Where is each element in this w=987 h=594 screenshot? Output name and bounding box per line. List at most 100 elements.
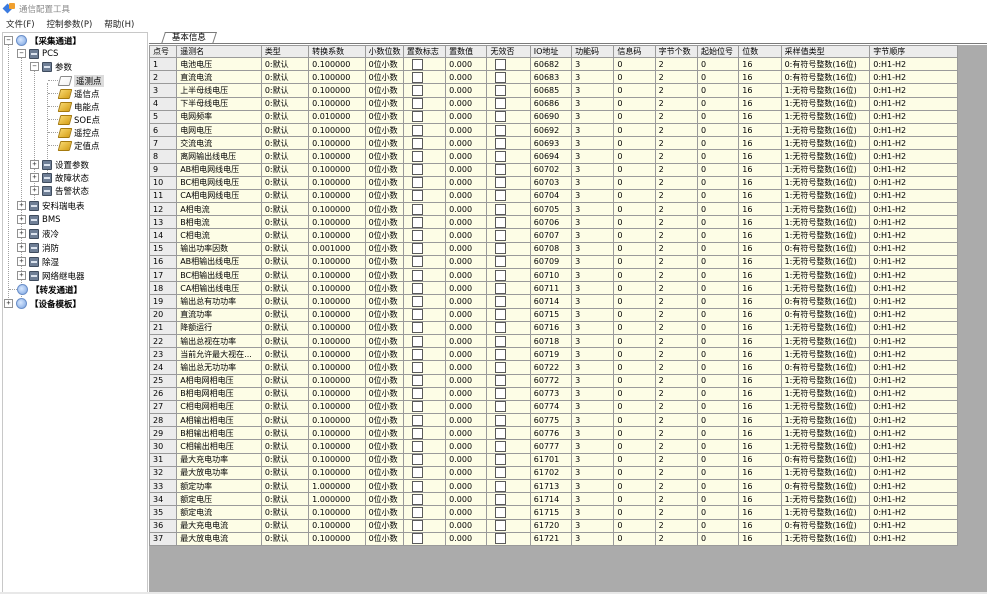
table-cell[interactable]	[402, 254, 447, 270]
table-cell[interactable]: 3	[571, 228, 615, 243]
column-header[interactable]: 点号	[149, 45, 178, 58]
table-cell[interactable]: 0.100000	[308, 281, 366, 296]
table-cell[interactable]: 60711	[529, 281, 573, 296]
table-cell[interactable]: 0.100000	[308, 254, 366, 270]
table-cell[interactable]: 1:无符号整数(16位)	[780, 333, 871, 349]
table-cell[interactable]: 0位小数	[364, 281, 404, 296]
table-cell[interactable]: 0.000	[445, 281, 488, 296]
table-cell[interactable]: A相输出相电压	[176, 413, 262, 428]
table-cell[interactable]: 2	[654, 122, 698, 138]
table-cell[interactable]	[486, 531, 531, 546]
table-cell[interactable]: 0位小数	[364, 254, 404, 270]
table-row[interactable]: 28 A相输出相电压 0:默认 0.100000 0位小数 0.000 60775 3 0 2 0 1…	[149, 413, 958, 428]
column-header[interactable]: 置数标志	[402, 45, 447, 58]
table-cell[interactable]: 0	[696, 478, 740, 494]
table-cell[interactable]: 离网输出线电压	[176, 149, 262, 164]
table-cell[interactable]	[402, 70, 447, 85]
table-row[interactable]: 32 最大放电功率 0:默认 0.100000 0位小数 0.000 61702 3 0 2 0 16…	[149, 465, 958, 481]
table-cell[interactable]	[402, 307, 447, 322]
table-cell[interactable]: 3	[571, 281, 615, 296]
table-cell[interactable]: 3	[571, 505, 615, 520]
table-cell[interactable]: 0	[613, 518, 656, 533]
table-cell[interactable]: 0:H1-H2	[869, 399, 958, 415]
table-cell[interactable]: 2	[654, 96, 698, 111]
table-cell[interactable]: 0.000	[445, 439, 488, 454]
invalid-checkbox[interactable]	[495, 269, 507, 281]
table-cell[interactable]: 2	[654, 109, 698, 124]
table-cell[interactable]: 0:默认	[260, 83, 310, 98]
table-cell[interactable]: 0位小数	[364, 439, 404, 454]
column-header[interactable]: 无效否	[486, 45, 531, 58]
table-cell[interactable]: 60707	[529, 228, 573, 243]
table-cell[interactable]: 0:有符号整数(16位)	[780, 294, 871, 309]
table-cell[interactable]: 0.100000	[308, 439, 366, 454]
expand-icon[interactable]: +	[17, 201, 26, 210]
table-cell[interactable]: 3	[571, 465, 615, 481]
table-cell[interactable]: 3	[571, 531, 615, 546]
table-cell[interactable]: 16	[738, 492, 782, 507]
table-cell[interactable]: 3	[571, 518, 615, 533]
table-cell[interactable]: 0:H1-H2	[869, 228, 958, 243]
table-cell[interactable]: 1:无符号整数(16位)	[780, 386, 871, 401]
table-cell[interactable]: 0:H1-H2	[869, 83, 958, 98]
table-cell[interactable]: 60694	[529, 149, 573, 164]
table-cell[interactable]: 0	[696, 439, 740, 454]
table-cell[interactable]: 16	[738, 56, 782, 72]
table-cell[interactable]: 2	[654, 56, 698, 72]
table-cell[interactable]	[486, 399, 531, 415]
table-cell[interactable]: 0:H1-H2	[869, 241, 958, 256]
table-cell[interactable]: 60683	[529, 70, 573, 85]
table-cell[interactable]: 0.100000	[308, 175, 366, 190]
column-header[interactable]: 字节顺序	[869, 45, 958, 58]
invalid-checkbox[interactable]	[495, 414, 507, 426]
invalid-checkbox[interactable]	[495, 177, 507, 189]
table-cell[interactable]: 0	[613, 254, 656, 270]
table-cell[interactable]: 0	[613, 136, 656, 151]
table-row[interactable]: 26 B相电网相电压 0:默认 0.100000 0位小数 0.000 60773 3 0 2 0 1…	[149, 386, 958, 401]
table-cell[interactable]: 0位小数	[364, 413, 404, 428]
table-cell[interactable]: 0	[696, 188, 740, 204]
table-cell[interactable]: 0	[696, 320, 740, 335]
column-header[interactable]: 字节个数	[654, 45, 698, 58]
table-cell[interactable]: 2	[654, 465, 698, 481]
table-cell[interactable]: 3	[571, 175, 615, 190]
table-cell[interactable]: 0	[613, 439, 656, 454]
set-flag-checkbox[interactable]	[411, 533, 423, 545]
table-cell[interactable]: 1:无符号整数(16位)	[780, 399, 871, 415]
table-cell[interactable]	[486, 518, 531, 533]
table-cell[interactable]: 1:无符号整数(16位)	[780, 465, 871, 481]
table-row[interactable]: 1 电池电压 0:默认 0.100000 0位小数 0.000 60682 3 0 2 0 16 0:有…	[149, 56, 958, 72]
table-cell[interactable]	[486, 83, 531, 98]
tree-node-bms[interactable]: + BMS	[17, 213, 61, 226]
table-cell[interactable]: 1:无符号整数(16位)	[780, 96, 871, 111]
table-cell[interactable]: 0.100000	[308, 320, 366, 335]
table-cell[interactable]: 0.000	[445, 333, 488, 349]
table-cell[interactable]: 3	[571, 333, 615, 349]
invalid-checkbox[interactable]	[495, 190, 507, 202]
tree-node-fault-status[interactable]: + 故障状态	[30, 171, 89, 184]
table-cell[interactable]	[486, 136, 531, 151]
table-cell[interactable]: 额定电流	[176, 505, 262, 520]
set-flag-checkbox[interactable]	[411, 216, 423, 228]
table-cell[interactable]: 0:默认	[260, 413, 310, 428]
table-cell[interactable]: 0:默认	[260, 452, 310, 467]
table-cell[interactable]: 16	[738, 426, 782, 441]
table-row[interactable]: 12 A相电流 0:默认 0.100000 0位小数 0.000 60705 3 0 2 0 16 1:…	[149, 202, 958, 217]
table-cell[interactable]: 3	[571, 386, 615, 401]
table-cell[interactable]: 0:有符号整数(16位)	[780, 360, 871, 375]
table-cell[interactable]: 0:默认	[260, 109, 310, 124]
invalid-checkbox[interactable]	[495, 506, 507, 518]
table-cell[interactable]: 16	[738, 267, 782, 283]
table-cell[interactable]: 1:无符号整数(16位)	[780, 373, 871, 388]
table-cell[interactable]: C相电网相电压	[176, 399, 262, 415]
table-cell[interactable]: 0	[696, 386, 740, 401]
table-cell[interactable]: 0.000	[445, 320, 488, 335]
tree-node-params[interactable]: − 参数	[30, 60, 72, 73]
table-cell[interactable]: 2	[654, 175, 698, 190]
table-row[interactable]: 21 降额运行 0:默认 0.100000 0位小数 0.000 60716 3 0 2 0 16 1:…	[149, 320, 958, 335]
table-cell[interactable]: 2	[654, 399, 698, 415]
table-cell[interactable]: 0.100000	[308, 96, 366, 111]
table-cell[interactable]: 0	[613, 162, 656, 177]
table-cell[interactable]: 0	[613, 492, 656, 507]
table-cell[interactable]: 0	[613, 426, 656, 441]
